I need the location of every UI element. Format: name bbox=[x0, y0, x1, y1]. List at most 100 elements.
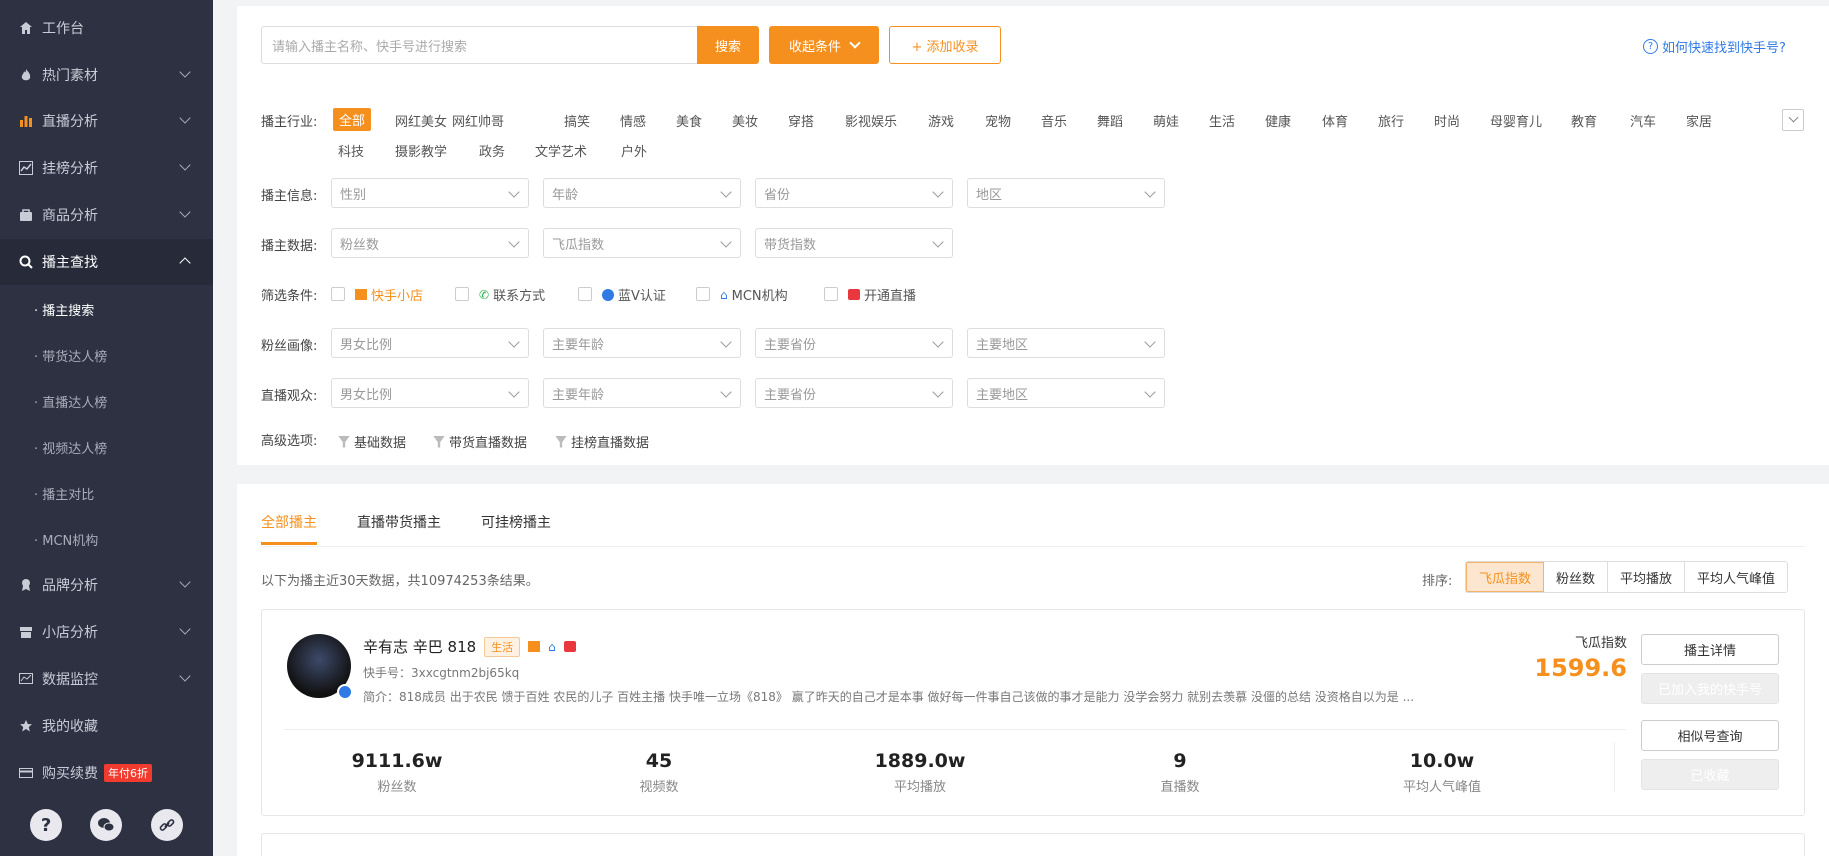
industry-tag[interactable]: 科技 bbox=[338, 141, 364, 160]
industry-tag[interactable]: 全部 bbox=[333, 108, 372, 131]
region-select[interactable]: 地区 bbox=[967, 178, 1165, 208]
advanced-basic-data[interactable]: 基础数据 bbox=[338, 432, 406, 451]
audience-gender-select[interactable]: 男女比例 bbox=[331, 378, 529, 408]
contact-checkbox[interactable] bbox=[455, 287, 469, 301]
sort-avg-peak[interactable]: 平均人气峰值 bbox=[1685, 562, 1788, 592]
industry-tag[interactable]: 摄影教学 bbox=[395, 141, 447, 160]
fans-region-select[interactable]: 主要地区 bbox=[967, 328, 1165, 358]
industry-tag[interactable]: 穿搭 bbox=[788, 111, 814, 130]
sub-item-compare[interactable]: · 播主对比 bbox=[0, 470, 213, 516]
sidebar-item-live-analysis[interactable]: 直播分析 bbox=[0, 98, 213, 144]
search-button[interactable]: 搜索 bbox=[697, 26, 759, 64]
industry-tag[interactable]: 家居 bbox=[1686, 111, 1712, 130]
sidebar-item-hot-material[interactable]: 热门素材 bbox=[0, 52, 213, 98]
fans-select[interactable]: 粉丝数 bbox=[331, 228, 529, 258]
industry-tag[interactable]: 汽车 bbox=[1630, 111, 1656, 130]
streamer-detail-button[interactable]: 播主详情 bbox=[1641, 634, 1779, 665]
sidebar-item-streamer-search[interactable]: 播主查找 bbox=[0, 239, 213, 285]
favorited-button[interactable]: 已收藏 bbox=[1641, 759, 1779, 790]
sidebar-item-workbench[interactable]: 工作台 bbox=[0, 5, 213, 51]
industry-tag[interactable]: 音乐 bbox=[1041, 111, 1067, 130]
industry-tag[interactable]: 宠物 bbox=[985, 111, 1011, 130]
industry-tag[interactable]: 健康 bbox=[1265, 111, 1291, 130]
industry-tag[interactable]: 搞笑 bbox=[564, 111, 590, 130]
sidebar-item-favorites[interactable]: 我的收藏 bbox=[0, 703, 213, 749]
industry-tag[interactable]: 户外 bbox=[621, 141, 647, 160]
tab-rank-streamers[interactable]: 可挂榜播主 bbox=[481, 512, 551, 532]
sidebar-item-rank-analysis[interactable]: 挂榜分析 bbox=[0, 145, 213, 191]
sort-fans[interactable]: 粉丝数 bbox=[1544, 562, 1609, 592]
sub-item-mcn[interactable]: · MCN机构 bbox=[0, 516, 213, 562]
age-select[interactable]: 年龄 bbox=[543, 178, 741, 208]
collapse-conditions-button[interactable]: 收起条件 bbox=[769, 26, 879, 64]
wechat-icon[interactable] bbox=[90, 809, 123, 841]
sort-feigua-index[interactable]: 飞瓜指数 bbox=[1466, 562, 1545, 592]
sub-item-live-rank[interactable]: · 直播达人榜 bbox=[0, 378, 213, 424]
sidebar-item-store-analysis[interactable]: 小店分析 bbox=[0, 609, 213, 655]
industry-tag[interactable]: 时尚 bbox=[1434, 111, 1460, 130]
fans-province-select[interactable]: 主要省份 bbox=[755, 328, 953, 358]
chevron-down-icon bbox=[720, 186, 732, 198]
industry-tag[interactable]: 美食 bbox=[676, 111, 702, 130]
help-icon[interactable]: ? bbox=[30, 809, 63, 841]
blue-v-option[interactable]: 蓝V认证 bbox=[602, 285, 666, 304]
industry-tag[interactable]: 情感 bbox=[620, 111, 646, 130]
industry-tag[interactable]: 文学艺术 bbox=[535, 141, 587, 160]
similar-accounts-button[interactable]: 相似号查询 bbox=[1641, 720, 1779, 751]
gender-select[interactable]: 性别 bbox=[331, 178, 529, 208]
kuaishou-store-option[interactable]: 快手小店 bbox=[355, 285, 423, 304]
contact-option[interactable]: ✆ 联系方式 bbox=[479, 285, 545, 305]
blue-v-checkbox[interactable] bbox=[578, 287, 592, 301]
fans-age-select[interactable]: 主要年龄 bbox=[543, 328, 741, 358]
search-input[interactable]: 请输入播主名称、快手号进行搜索 bbox=[261, 26, 698, 64]
audience-age-select[interactable]: 主要年龄 bbox=[543, 378, 741, 408]
industry-tag[interactable]: 游戏 bbox=[928, 111, 954, 130]
industry-tag[interactable]: 体育 bbox=[1322, 111, 1348, 130]
fire-icon bbox=[18, 67, 34, 83]
expand-industry-button[interactable] bbox=[1782, 109, 1804, 131]
add-record-button[interactable]: + 添加收录 bbox=[889, 26, 1001, 64]
sidebar-item-brand-analysis[interactable]: 品牌分析 bbox=[0, 562, 213, 608]
sub-item-video-rank[interactable]: · 视频达人榜 bbox=[0, 424, 213, 470]
industry-tag[interactable]: 生活 bbox=[1209, 111, 1235, 130]
streamer-name[interactable]: 辛有志 辛巴 818 bbox=[363, 636, 476, 657]
sales-index-select[interactable]: 带货指数 bbox=[755, 228, 953, 258]
added-to-my-accounts-button[interactable]: 已加入我的快手号 bbox=[1641, 673, 1779, 704]
feigua-index-select[interactable]: 飞瓜指数 bbox=[543, 228, 741, 258]
mcn-checkbox[interactable] bbox=[696, 287, 710, 301]
fans-gender-select[interactable]: 男女比例 bbox=[331, 328, 529, 358]
tab-live-sales-streamers[interactable]: 直播带货播主 bbox=[357, 512, 441, 532]
sub-item-streamer-search[interactable]: · 播主搜索 bbox=[0, 286, 213, 332]
industry-tag[interactable]: 网红美女 bbox=[395, 111, 447, 130]
industry-tag[interactable]: 母婴育儿 bbox=[1490, 111, 1542, 130]
sort-avg-play[interactable]: 平均播放 bbox=[1608, 562, 1686, 592]
industry-tag[interactable]: 旅行 bbox=[1378, 111, 1404, 130]
audience-province-select[interactable]: 主要省份 bbox=[755, 378, 953, 408]
link-icon[interactable] bbox=[150, 809, 183, 841]
kuaishou-store-checkbox[interactable] bbox=[331, 287, 345, 301]
province-select[interactable]: 省份 bbox=[755, 178, 953, 208]
select-value: 主要省份 bbox=[764, 387, 817, 403]
avatar[interactable] bbox=[287, 634, 353, 700]
advanced-rank-live-data[interactable]: 挂榜直播数据 bbox=[555, 432, 649, 451]
industry-tag[interactable]: 教育 bbox=[1571, 111, 1597, 130]
chevron-down-icon bbox=[508, 236, 520, 248]
industry-tag[interactable]: 政务 bbox=[479, 141, 505, 160]
tab-all-streamers[interactable]: 全部播主 bbox=[261, 512, 317, 532]
live-option[interactable]: 开通直播 bbox=[848, 285, 916, 304]
industry-tag[interactable]: 舞蹈 bbox=[1097, 111, 1123, 130]
audience-region-select[interactable]: 主要地区 bbox=[967, 378, 1165, 408]
mcn-option[interactable]: ⌂ MCN机构 bbox=[720, 285, 788, 305]
industry-tag[interactable]: 萌娃 bbox=[1153, 111, 1179, 130]
live-checkbox[interactable] bbox=[824, 287, 838, 301]
sub-item-sales-rank[interactable]: · 带货达人榜 bbox=[0, 332, 213, 378]
sidebar-item-product-analysis[interactable]: 商品分析 bbox=[0, 192, 213, 238]
industry-tag[interactable]: 网红帅哥 bbox=[452, 111, 504, 130]
help-link[interactable]: ? 如何快速找到快手号? bbox=[1643, 37, 1786, 56]
sidebar-item-renew[interactable]: 购买续费 年付6折 bbox=[0, 750, 213, 796]
industry-tag[interactable]: 影视娱乐 bbox=[845, 111, 897, 130]
star-icon bbox=[18, 718, 34, 734]
industry-tag[interactable]: 美妆 bbox=[732, 111, 758, 130]
advanced-sales-live-data[interactable]: 带货直播数据 bbox=[433, 432, 527, 451]
sidebar-item-data-monitor[interactable]: 数据监控 bbox=[0, 656, 213, 702]
